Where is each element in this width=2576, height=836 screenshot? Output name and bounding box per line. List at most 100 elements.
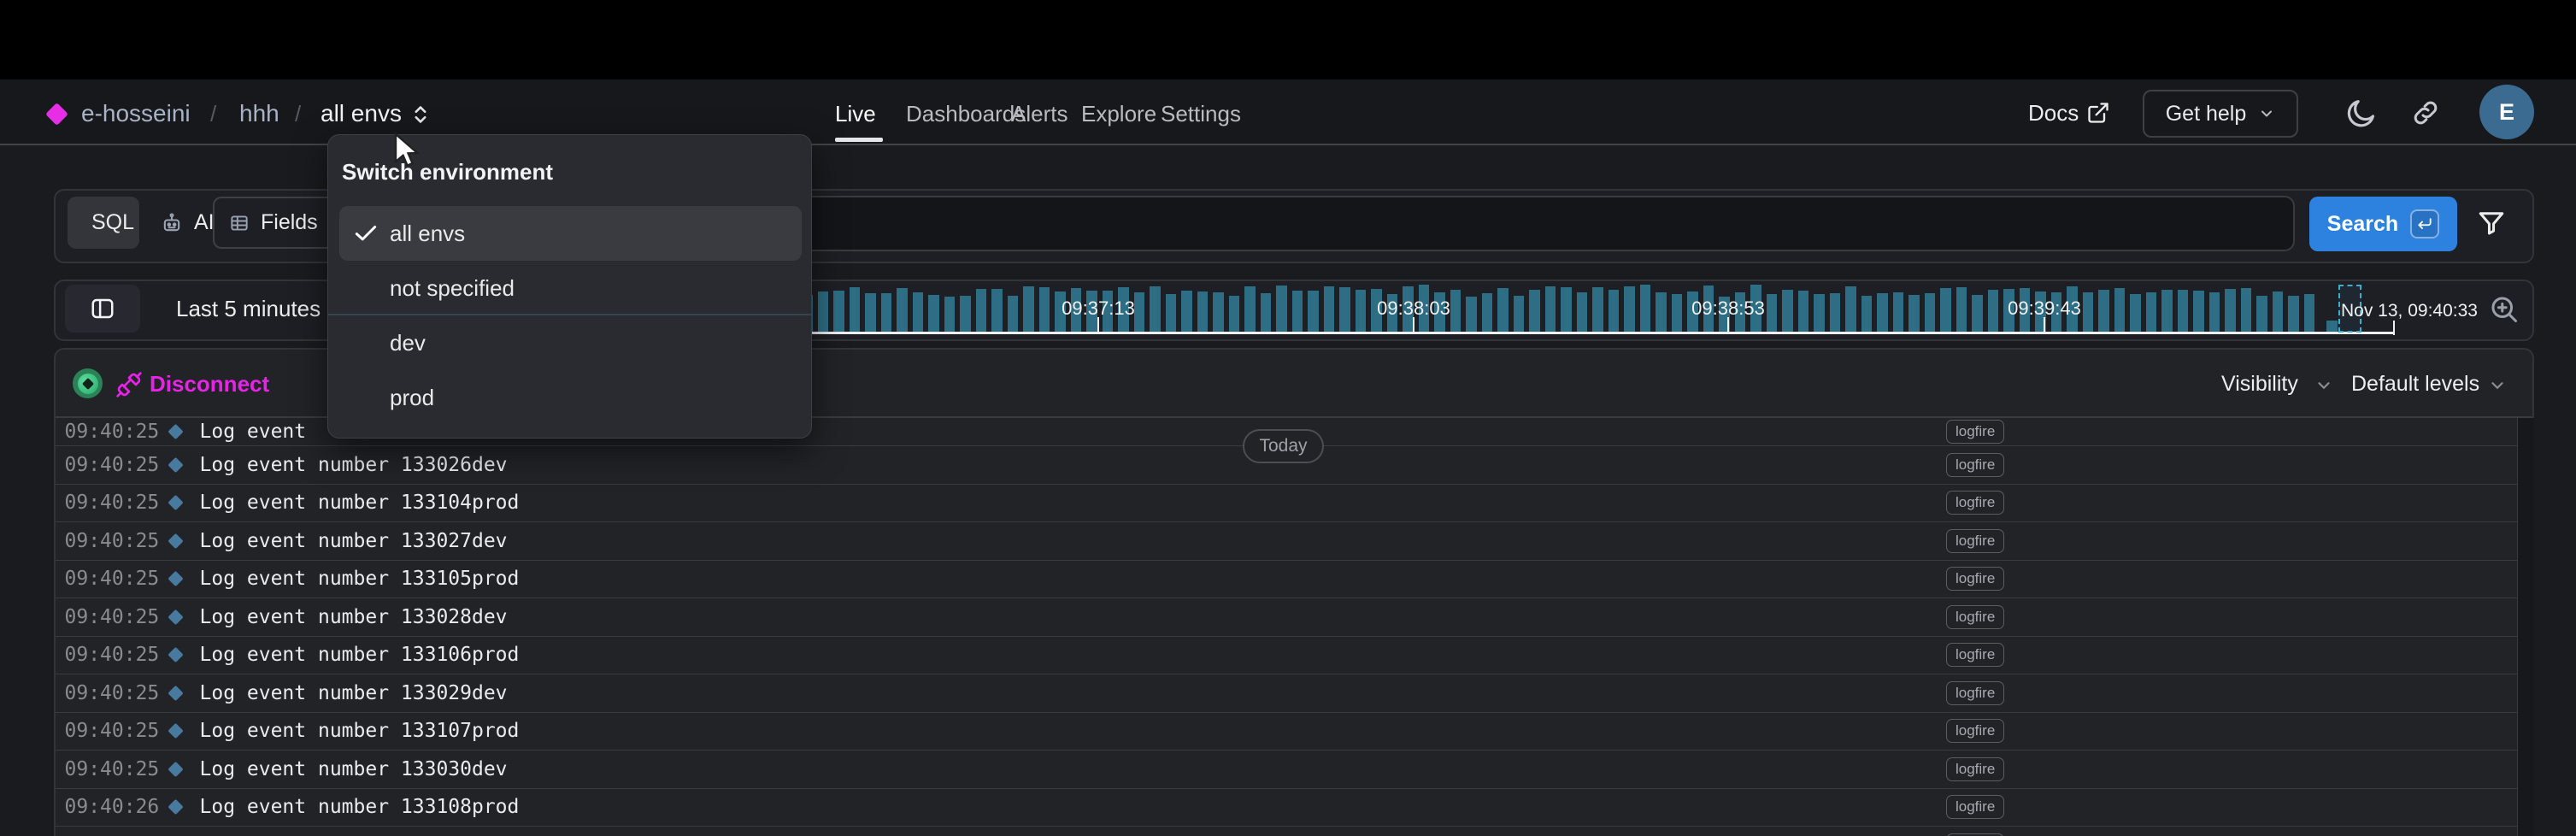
histogram-bar[interactable] <box>2098 290 2109 333</box>
time-range-selector[interactable]: Last 5 minutes <box>176 296 321 322</box>
log-row[interactable]: 09:40:25Log event number 133106prodlogfi… <box>56 637 2517 675</box>
histogram-bar[interactable] <box>1039 287 1050 333</box>
histogram-bar[interactable] <box>2225 289 2236 333</box>
histogram-bar[interactable] <box>1814 294 1825 333</box>
histogram-bar[interactable] <box>1150 286 1161 333</box>
filter-funnel-icon[interactable] <box>2476 208 2507 238</box>
histogram-bar[interactable] <box>1197 291 1209 333</box>
sql-mode-button[interactable]: SQL <box>68 197 139 249</box>
histogram-bar[interactable] <box>1308 291 1319 333</box>
histogram-bar[interactable] <box>1861 296 1873 333</box>
histogram-bar[interactable] <box>1830 293 1841 333</box>
histogram-bar[interactable] <box>913 292 924 333</box>
log-row[interactable]: 09:40:25Log event number 133027devlogfir… <box>56 522 2517 561</box>
histogram-bar[interactable] <box>1782 290 1793 333</box>
histogram-bar[interactable] <box>1450 290 1461 333</box>
search-button[interactable]: Search <box>2309 197 2457 251</box>
histogram-bar[interactable] <box>1877 293 1888 333</box>
env-option-not-specified[interactable]: not specified <box>339 261 802 315</box>
histogram-bar[interactable] <box>1166 294 1177 333</box>
histogram-bar[interactable] <box>1529 290 1540 333</box>
histogram-bar[interactable] <box>1244 286 1256 333</box>
histogram-bar[interactable] <box>833 291 844 333</box>
env-option-all-envs[interactable]: all envs <box>339 206 802 261</box>
chevron-down-icon[interactable] <box>2488 376 2507 395</box>
histogram-bar[interactable] <box>1908 295 1920 333</box>
histogram-bar[interactable] <box>1023 286 1034 333</box>
dark-mode-moon-icon[interactable] <box>2345 97 2378 129</box>
histogram-bar[interactable] <box>1181 291 1192 333</box>
histogram-bar[interactable] <box>1672 294 1683 333</box>
breadcrumb-project[interactable]: hhh <box>239 100 279 127</box>
tab-dashboards[interactable]: Dashboards <box>906 101 1026 127</box>
histogram-bar[interactable] <box>2241 288 2252 333</box>
histogram-bar[interactable] <box>1845 286 1856 333</box>
histogram-bar[interactable] <box>1656 292 1667 333</box>
tab-alerts[interactable]: Alerts <box>1011 101 1067 127</box>
histogram-bar[interactable] <box>2288 296 2299 333</box>
zoom-in-icon[interactable] <box>2489 294 2520 325</box>
disconnect-button[interactable]: Disconnect <box>150 371 269 397</box>
histogram-bar[interactable] <box>2304 294 2315 333</box>
histogram-bar[interactable] <box>1893 292 1904 333</box>
user-avatar[interactable]: E <box>2479 85 2534 139</box>
histogram-bar[interactable] <box>928 295 939 333</box>
histogram-bar[interactable] <box>1577 292 1588 333</box>
histogram-bar[interactable] <box>944 297 956 333</box>
histogram-bar[interactable] <box>2273 291 2284 333</box>
histogram-bar[interactable] <box>2178 290 2189 333</box>
histogram-bar[interactable] <box>1988 290 1999 333</box>
default-levels-dropdown[interactable]: Default levels <box>2351 372 2479 397</box>
histogram-bar[interactable] <box>1561 287 1572 333</box>
histogram-bar[interactable] <box>991 289 1003 333</box>
breadcrumb-org[interactable]: e-hosseini <box>81 100 191 127</box>
histogram-bar[interactable] <box>818 291 829 333</box>
log-row[interactable]: 09:40:25Log event number 133107prodlogfi… <box>56 713 2517 751</box>
histogram-bar[interactable] <box>2130 294 2141 333</box>
log-row[interactable]: 09:40:25Log event number 133104prodlogfi… <box>56 485 2517 523</box>
histogram-bar[interactable] <box>1640 285 1651 333</box>
chevron-down-icon[interactable] <box>2314 376 2333 395</box>
log-row[interactable]: 09:40:25Log event number 133030devlogfir… <box>56 751 2517 789</box>
histogram-bar[interactable] <box>1213 292 1224 333</box>
live-status-icon[interactable] <box>73 368 103 398</box>
log-row[interactable]: 09:40:26Log event number 133031devlogfir… <box>56 827 2517 836</box>
histogram-bar[interactable] <box>1972 295 1983 333</box>
histogram-bar[interactable] <box>1592 287 1603 333</box>
histogram-bar[interactable] <box>2146 292 2157 333</box>
visibility-dropdown[interactable]: Visibility <box>2221 372 2298 397</box>
env-option-prod[interactable]: prod <box>339 370 802 425</box>
histogram-bar[interactable] <box>2209 292 2220 333</box>
unplug-icon[interactable] <box>115 371 143 398</box>
histogram-bar[interactable] <box>1134 292 1145 333</box>
env-option-dev[interactable]: dev <box>339 315 802 370</box>
histogram-bar[interactable] <box>1767 294 1778 333</box>
histogram-bar[interactable] <box>960 296 971 333</box>
histogram-bar[interactable] <box>2161 290 2173 333</box>
histogram-bar[interactable] <box>1356 290 1367 333</box>
toggle-sidebar-button[interactable] <box>65 285 140 333</box>
histogram-bar[interactable] <box>2193 291 2204 333</box>
histogram-bar[interactable] <box>1798 291 1809 333</box>
histogram-bar[interactable] <box>850 287 861 333</box>
histogram-bar[interactable] <box>1276 286 1287 333</box>
histogram-bar[interactable] <box>1956 287 1967 333</box>
log-row[interactable]: 09:40:25Log event number 133028devlogfir… <box>56 598 2517 637</box>
histogram-bar[interactable] <box>1545 286 1556 333</box>
histogram-bar[interactable] <box>865 293 876 333</box>
log-row[interactable]: 09:40:25Log event number 133029devlogfir… <box>56 674 2517 713</box>
histogram-bar[interactable] <box>1925 293 1936 333</box>
histogram-bar[interactable] <box>2083 292 2094 333</box>
histogram-bar[interactable] <box>1514 296 1525 333</box>
external-link-icon[interactable] <box>2086 101 2110 125</box>
histogram-bar[interactable] <box>2114 288 2126 333</box>
tab-explore[interactable]: Explore <box>1081 101 1156 127</box>
get-help-button[interactable]: Get help <box>2143 90 2298 138</box>
histogram-bar[interactable] <box>1229 296 1240 333</box>
histogram-bar[interactable] <box>881 293 892 333</box>
histogram-bar[interactable] <box>1940 288 1951 333</box>
histogram-bar[interactable] <box>1482 293 1493 333</box>
log-row[interactable]: 09:40:25Log event number 133105prodlogfi… <box>56 561 2517 599</box>
environment-selector[interactable]: all envs <box>321 100 402 127</box>
histogram-bar[interactable] <box>1466 297 1477 333</box>
